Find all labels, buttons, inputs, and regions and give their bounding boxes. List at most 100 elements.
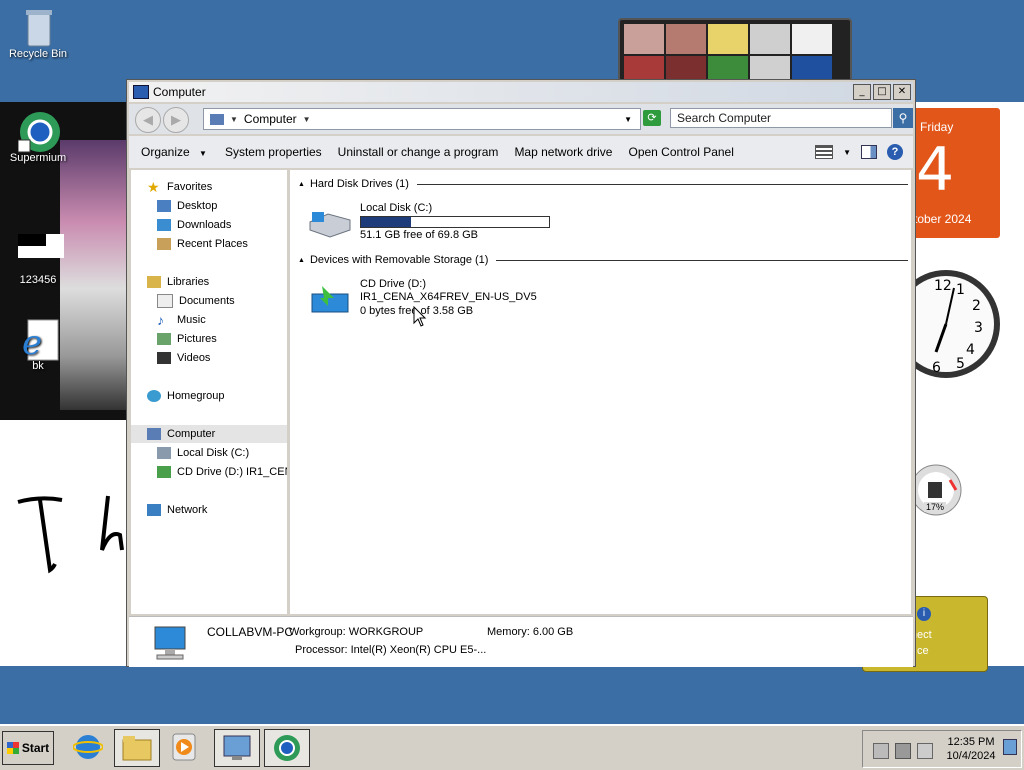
refresh-icon[interactable]: ⟳ (643, 110, 661, 126)
nav-downloads[interactable]: Downloads (157, 216, 231, 234)
disk-usage-bar (360, 216, 550, 228)
supermium-desktop-icon[interactable]: Supermium (0, 110, 76, 164)
taskbar-clock[interactable]: 12:35 PM 10/4/2024 (943, 735, 999, 763)
preview-pane-icon[interactable] (861, 145, 877, 159)
back-button[interactable]: ◀ (135, 107, 161, 133)
window-titlebar[interactable]: Computer _ □ ✕ (129, 82, 913, 102)
collapse-icon[interactable]: ▲ (298, 181, 305, 188)
nav-favorites[interactable]: ★ Favorites (147, 178, 212, 196)
music-icon: ♪ (157, 312, 164, 328)
internet-explorer-icon: e (18, 318, 59, 363)
image-file-icon (18, 232, 64, 272)
start-button[interactable]: Start (2, 731, 54, 765)
nav-label: Music (177, 314, 206, 326)
taskbar-supermium[interactable] (264, 729, 310, 767)
collapse-icon[interactable]: ▲ (298, 257, 305, 264)
nav-network[interactable]: Network (147, 501, 207, 519)
explorer-window[interactable]: Computer _ □ ✕ ◀ ▶ ▼ Computer ▼ ▼ ⟳ Sear… (126, 79, 916, 667)
nav-label: Documents (179, 295, 235, 307)
svg-text:4: 4 (966, 342, 975, 358)
forward-button[interactable]: ▶ (163, 107, 189, 133)
search-icon[interactable]: ⚲ (893, 108, 913, 128)
file-123456-desktop-icon[interactable]: 123456 (0, 232, 76, 286)
search-input[interactable]: Search Computer ⚲ (670, 108, 913, 128)
hard-disk-group-header[interactable]: ▲ Hard Disk Drives (1) (298, 178, 908, 190)
removable-storage-group-header[interactable]: ▲ Devices with Removable Storage (1) (298, 254, 908, 266)
help-icon[interactable]: ? (887, 144, 903, 160)
cpu-percent: 17% (924, 502, 947, 512)
svg-text:6: 6 (932, 360, 941, 376)
recycle-bin-desktop-icon[interactable]: Recycle Bin (0, 6, 76, 60)
network-tray-icon[interactable] (895, 743, 911, 759)
navigation-pane: ★ Favorites Desktop Downloads Recent Plac… (131, 170, 290, 614)
clock-gadget[interactable]: 12 3 4 5 6 2 1 (892, 262, 1002, 388)
computer-icon (147, 428, 161, 440)
nav-local-disk[interactable]: Local Disk (C:) (157, 444, 249, 462)
cd-drive-d-item[interactable]: CD Drive (D:) IR1_CENA_X64FREV_EN-US_DV5… (308, 278, 568, 320)
open-control-panel-button[interactable]: Open Control Panel (620, 145, 741, 159)
nav-cd-drive[interactable]: CD Drive (D:) IR1_CEN (157, 463, 287, 481)
calendar-gadget[interactable]: Friday 4 tober 2024 (912, 108, 1000, 238)
scribble-drawing (17, 495, 124, 574)
svg-text:5: 5 (956, 356, 965, 372)
window-title: Computer (153, 85, 206, 99)
map-network-drive-button[interactable]: Map network drive (506, 145, 620, 159)
address-row: ◀ ▶ ▼ Computer ▼ ▼ ⟳ Search Computer ⚲ (129, 104, 913, 134)
breadcrumb-chevron-icon[interactable]: ▼ (230, 115, 238, 124)
taskbar: Start 12:35 PM 10/4/2024 (0, 724, 1024, 770)
supermium-icon (17, 110, 60, 153)
system-properties-button[interactable]: System properties (215, 145, 330, 159)
drive-volume-label: IR1_CENA_X64FREV_EN-US_DV5 (360, 291, 537, 303)
calendar-day-number: 4 (916, 135, 955, 205)
volume-muted-icon[interactable] (917, 743, 933, 759)
cd-drive-icon (157, 466, 171, 478)
view-options-chevron-icon[interactable]: ▼ (843, 148, 851, 157)
breadcrumb-chevron-icon[interactable]: ▼ (303, 115, 311, 124)
nav-desktop[interactable]: Desktop (157, 197, 217, 215)
show-desktop-icon[interactable] (1003, 739, 1017, 755)
breadcrumb-computer[interactable]: Computer (244, 112, 297, 126)
nav-videos[interactable]: Videos (157, 349, 210, 367)
clock-time: 12:35 PM (947, 736, 995, 748)
change-view-icon[interactable] (815, 145, 834, 159)
nav-libraries[interactable]: Libraries (147, 273, 209, 291)
organize-button[interactable]: Organize ▼ (129, 145, 215, 159)
nav-pictures[interactable]: Pictures (157, 330, 217, 348)
hard-drive-icon (157, 447, 171, 459)
address-dropdown-icon[interactable]: ▼ (624, 115, 632, 124)
nav-homegroup[interactable]: Homegroup (147, 387, 224, 405)
details-pane: COLLABVM-PC Workgroup: WORKGROUP Memory:… (129, 616, 913, 667)
supermium-icon (274, 735, 300, 761)
homegroup-icon (147, 390, 161, 402)
taskbar-media-player[interactable] (162, 729, 206, 765)
maximize-button[interactable]: □ (873, 84, 891, 100)
nav-computer[interactable]: Computer (131, 425, 287, 443)
recent-places-icon (157, 238, 171, 250)
svg-text:12: 12 (934, 278, 952, 294)
nav-music[interactable]: ♪ Music (157, 311, 206, 329)
address-bar[interactable]: ▼ Computer ▼ ▼ (203, 108, 641, 130)
computer-name: COLLABVM-PC (207, 625, 294, 639)
uninstall-program-button[interactable]: Uninstall or change a program (330, 145, 507, 159)
local-disk-c-item[interactable]: Local Disk (C:) 51.1 GB free of 69.8 GB (308, 202, 568, 242)
minimize-button[interactable]: _ (853, 84, 871, 100)
internet-explorer-icon (73, 735, 103, 759)
network-gadget-line2: ce (917, 645, 929, 657)
action-center-icon[interactable] (873, 743, 889, 759)
processor-text: Processor: Intel(R) Xeon(R) CPU E5-... (295, 644, 487, 656)
downloads-icon (157, 219, 171, 231)
slideshow-gadget[interactable] (618, 18, 852, 84)
taskbar-windows-explorer[interactable] (114, 729, 160, 767)
taskbar-control-panel[interactable] (214, 729, 260, 767)
nav-recent-places[interactable]: Recent Places (157, 235, 248, 253)
group-label: Devices with Removable Storage (1) (309, 254, 489, 266)
bk-desktop-icon[interactable]: e bk (0, 318, 76, 372)
close-button[interactable]: ✕ (893, 84, 911, 100)
taskbar-internet-explorer[interactable] (66, 729, 110, 765)
computer-icon (154, 626, 186, 660)
media-player-icon (172, 733, 196, 761)
mouse-cursor-icon (413, 306, 427, 327)
cpu-meter-gadget[interactable]: 17% (910, 460, 966, 522)
nav-documents[interactable]: Documents (157, 292, 235, 310)
workgroup-text: Workgroup: WORKGROUP (289, 626, 424, 638)
